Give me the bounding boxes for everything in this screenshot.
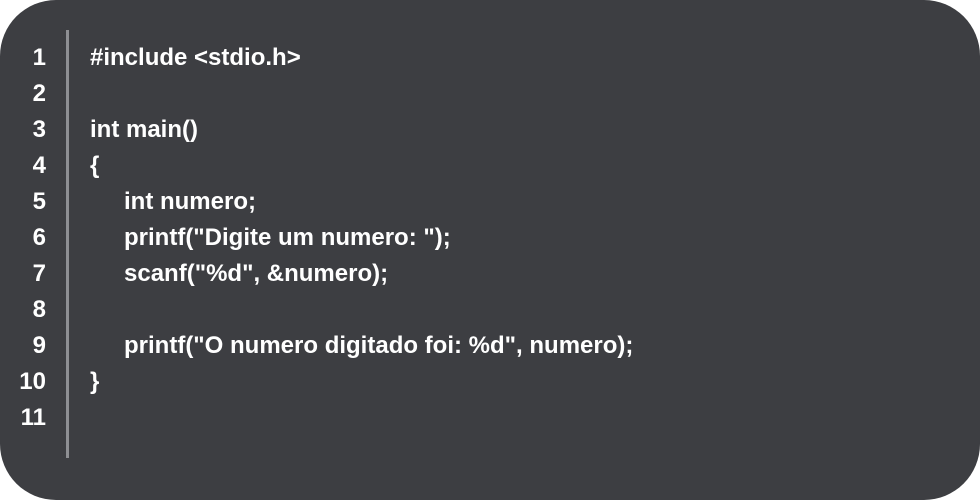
- line-number: 11: [20, 404, 46, 431]
- line-number: 10: [19, 368, 46, 395]
- line-number-gutter: 1 2 3 4 5 6 7 8 9 10 11: [0, 40, 56, 436]
- line-number: 2: [32, 80, 46, 107]
- line-number: 7: [32, 260, 46, 287]
- line-number: 9: [32, 332, 46, 359]
- line-number: 4: [32, 152, 46, 179]
- code-editor-panel: 1 2 3 4 5 6 7 8 9 10 11 #include <stdio.…: [0, 0, 980, 500]
- code-line-close-brace: }: [90, 368, 100, 395]
- code-line-blank: [90, 400, 633, 436]
- gutter-divider: [66, 30, 69, 458]
- code-line-open-brace: {: [90, 152, 100, 179]
- line-number: 5: [32, 188, 46, 215]
- code-line-blank: [90, 292, 633, 328]
- code-line-printf-result: printf("O numero digitado foi: %d", nume…: [124, 332, 634, 359]
- code-line-printf-prompt: printf("Digite um numero: ");: [124, 224, 451, 251]
- line-number: 6: [32, 224, 46, 251]
- code-line-scanf: scanf("%d", &numero);: [124, 260, 389, 287]
- code-body: #include <stdio.h> int main() { int nume…: [90, 40, 633, 436]
- code-line-declaration: int numero;: [124, 188, 256, 215]
- line-number: 3: [32, 116, 46, 143]
- code-line-include: #include <stdio.h>: [90, 44, 301, 71]
- line-number: 1: [32, 44, 46, 71]
- line-number: 8: [32, 296, 46, 323]
- code-line-blank: [90, 76, 633, 112]
- code-line-main-signature: int main(): [90, 116, 198, 143]
